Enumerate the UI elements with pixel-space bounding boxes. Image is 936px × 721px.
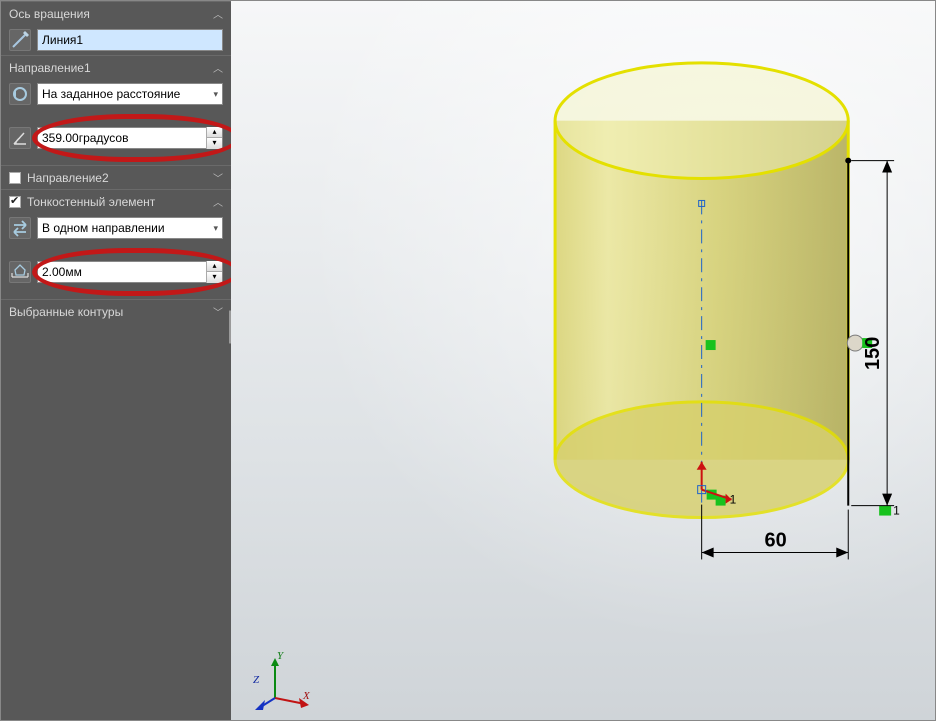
dir1-type-select[interactable]: На заданное расстояние ▾ xyxy=(37,83,223,105)
spin-down-icon[interactable]: ▾ xyxy=(207,272,222,283)
section-contours-header[interactable]: Выбранные контуры ﹀ xyxy=(1,299,231,323)
property-panel: Ось вращения ︿ Линия1 Направление1 ︿ xyxy=(1,1,231,720)
dim-width-value: 60 xyxy=(764,529,786,551)
section-dir1-header[interactable]: Направление1 ︿ xyxy=(1,55,231,79)
svg-text:1: 1 xyxy=(893,504,900,518)
section-dir1-title: Направление1 xyxy=(9,61,91,75)
section-thin-title: Тонкостенный элемент xyxy=(27,195,155,209)
orientation-triad: Y X Z xyxy=(253,654,313,710)
section-thin-header[interactable]: Тонкостенный элемент ︿ xyxy=(1,189,231,213)
triad-z: Z xyxy=(253,674,259,686)
section-axis-title: Ось вращения xyxy=(9,7,90,21)
chevron-up-icon: ︿ xyxy=(213,6,223,21)
chevron-up-icon: ︿ xyxy=(213,60,223,75)
dim-height-value: 150 xyxy=(862,337,884,370)
dir1-angle-spinner[interactable]: 359.00градусов ▴ ▾ xyxy=(37,127,223,149)
chevron-down-icon: ﹀ xyxy=(213,304,223,319)
axis-input[interactable]: Линия1 xyxy=(37,29,223,51)
thin-mode-value: В одном направлении xyxy=(42,221,165,235)
triad-y: Y xyxy=(277,650,283,662)
spin-up-icon[interactable]: ▴ xyxy=(207,127,222,138)
axis-icon xyxy=(9,29,31,51)
section-contours-title: Выбранные контуры xyxy=(9,305,123,319)
triad-x: X xyxy=(303,690,310,702)
chevron-down-icon: ▾ xyxy=(213,223,218,234)
chevron-up-icon: ︿ xyxy=(213,194,223,209)
section-axis-header[interactable]: Ось вращения ︿ xyxy=(1,1,231,25)
dir2-checkbox[interactable] xyxy=(9,172,21,184)
section-dir2-title: Направление2 xyxy=(27,171,109,185)
dir1-angle-value[interactable]: 359.00градусов xyxy=(38,131,206,145)
thin-mode-select[interactable]: В одном направлении ▾ xyxy=(37,217,223,239)
chevron-down-icon: ﹀ xyxy=(213,170,223,185)
dir1-type-value: На заданное расстояние xyxy=(42,87,180,101)
cylinder-preview: 1 1 xyxy=(555,63,900,518)
spin-up-icon[interactable]: ▴ xyxy=(207,261,222,272)
scene[interactable]: 1 1 xyxy=(231,1,935,720)
thin-reverse-icon[interactable] xyxy=(9,217,31,239)
thin-thickness-spinner[interactable]: 2.00мм ▴ ▾ xyxy=(37,261,223,283)
reverse-icon[interactable] xyxy=(9,83,31,105)
graphics-viewport[interactable]: 1 1 xyxy=(231,1,935,720)
chevron-down-icon: ▾ xyxy=(213,89,218,100)
section-dir2-header[interactable]: Направление2 ﹀ xyxy=(1,165,231,189)
thickness-icon xyxy=(9,261,31,283)
spin-down-icon[interactable]: ▾ xyxy=(207,138,222,149)
thin-thickness-value[interactable]: 2.00мм xyxy=(38,265,206,279)
angle-icon xyxy=(9,127,31,149)
dim-height: 150 xyxy=(851,161,894,506)
thin-checkbox[interactable] xyxy=(9,196,21,208)
